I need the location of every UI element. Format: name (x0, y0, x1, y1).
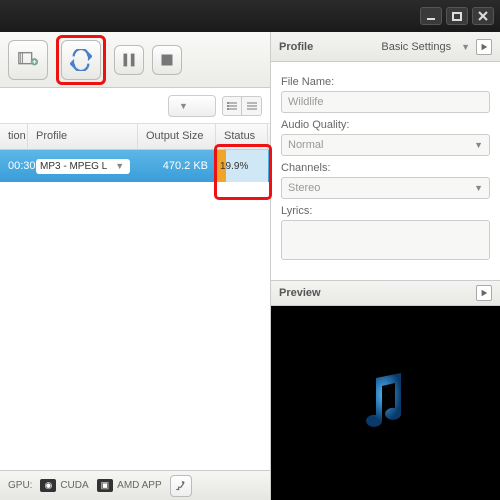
profile-combo-label: MP3 - MPEG L (40, 161, 107, 172)
chevron-down-icon: ▼ (474, 183, 483, 193)
table-row[interactable]: 00:30 MP3 - MPEG L ▼ 470.2 KB 19.9% (0, 150, 270, 182)
chevron-down-icon: ▼ (461, 42, 470, 52)
channels-value: Stereo (288, 182, 320, 194)
view-toggle (222, 96, 262, 116)
cell-profile: MP3 - MPEG L ▼ (28, 150, 138, 182)
filename-label: File Name: (281, 76, 490, 88)
stop-button[interactable] (152, 45, 182, 75)
titlebar (0, 0, 500, 32)
lyrics-textarea[interactable] (281, 220, 490, 260)
amd-label: AMD APP (117, 480, 161, 491)
audio-quality-value: Normal (288, 139, 323, 151)
chevron-down-icon: ▼ (179, 101, 188, 111)
channels-select[interactable]: Stereo ▼ (281, 177, 490, 199)
chevron-down-icon: ▼ (115, 161, 124, 171)
progress-text: 19.9% (216, 150, 268, 182)
cell-output-size: 470.2 KB (138, 150, 216, 182)
close-button[interactable] (472, 7, 494, 25)
cell-duration: 00:30 (0, 150, 28, 182)
filter-combo[interactable]: ▼ (168, 95, 216, 117)
pause-button[interactable] (114, 45, 144, 75)
add-media-button[interactable] (8, 40, 48, 80)
table-header: tion Profile Output Size Status (0, 124, 270, 150)
col-duration[interactable]: tion (0, 124, 28, 149)
filter-bar: ▼ (0, 88, 270, 124)
channels-label: Channels: (281, 162, 490, 174)
profile-combo[interactable]: MP3 - MPEG L ▼ (36, 159, 130, 174)
preview-area (271, 306, 500, 500)
col-output-size[interactable]: Output Size (138, 124, 216, 149)
view-detail-button[interactable] (242, 96, 262, 116)
panel-title: Profile (279, 41, 313, 53)
audio-quality-select[interactable]: Normal ▼ (281, 134, 490, 156)
toolbar (0, 32, 270, 88)
preview-expand-button[interactable] (476, 285, 492, 301)
amd-icon: ▣ (97, 479, 114, 492)
col-status[interactable]: Status (216, 124, 268, 149)
lyrics-label: Lyrics: (281, 205, 490, 217)
music-note-icon (356, 368, 416, 438)
convert-button[interactable] (61, 40, 101, 80)
maximize-button[interactable] (446, 7, 468, 25)
amd-indicator: ▣ AMD APP (97, 479, 162, 492)
profile-panel-header: Profile Basic Settings ▼ (271, 32, 500, 62)
col-profile[interactable]: Profile (28, 124, 138, 149)
preview-label: Preview (279, 287, 321, 299)
cell-status: 19.9% (216, 150, 268, 182)
nvidia-icon: ◉ (40, 479, 56, 492)
side-panel: Profile Basic Settings ▼ File Name: Wild… (270, 32, 500, 500)
filename-value: Wildlife (288, 96, 323, 108)
statusbar: GPU: ◉ CUDA ▣ AMD APP (0, 470, 270, 500)
panel-body: File Name: Wildlife Audio Quality: Norma… (271, 62, 500, 268)
chevron-down-icon: ▼ (474, 140, 483, 150)
cuda-label: CUDA (60, 480, 88, 491)
convert-button-highlight (56, 35, 106, 85)
view-list-button[interactable] (222, 96, 242, 116)
settings-button[interactable] (170, 475, 192, 497)
gpu-label: GPU: (8, 480, 32, 491)
filename-input[interactable]: Wildlife (281, 91, 490, 113)
main-area: ▼ tion Profile Output Size Status 00:30 … (0, 32, 270, 500)
basic-settings-link[interactable]: Basic Settings (381, 41, 451, 53)
panel-expand-button[interactable] (476, 39, 492, 55)
preview-header: Preview (271, 280, 500, 306)
cuda-indicator: ◉ CUDA (40, 479, 88, 492)
audio-quality-label: Audio Quality: (281, 119, 490, 131)
minimize-button[interactable] (420, 7, 442, 25)
